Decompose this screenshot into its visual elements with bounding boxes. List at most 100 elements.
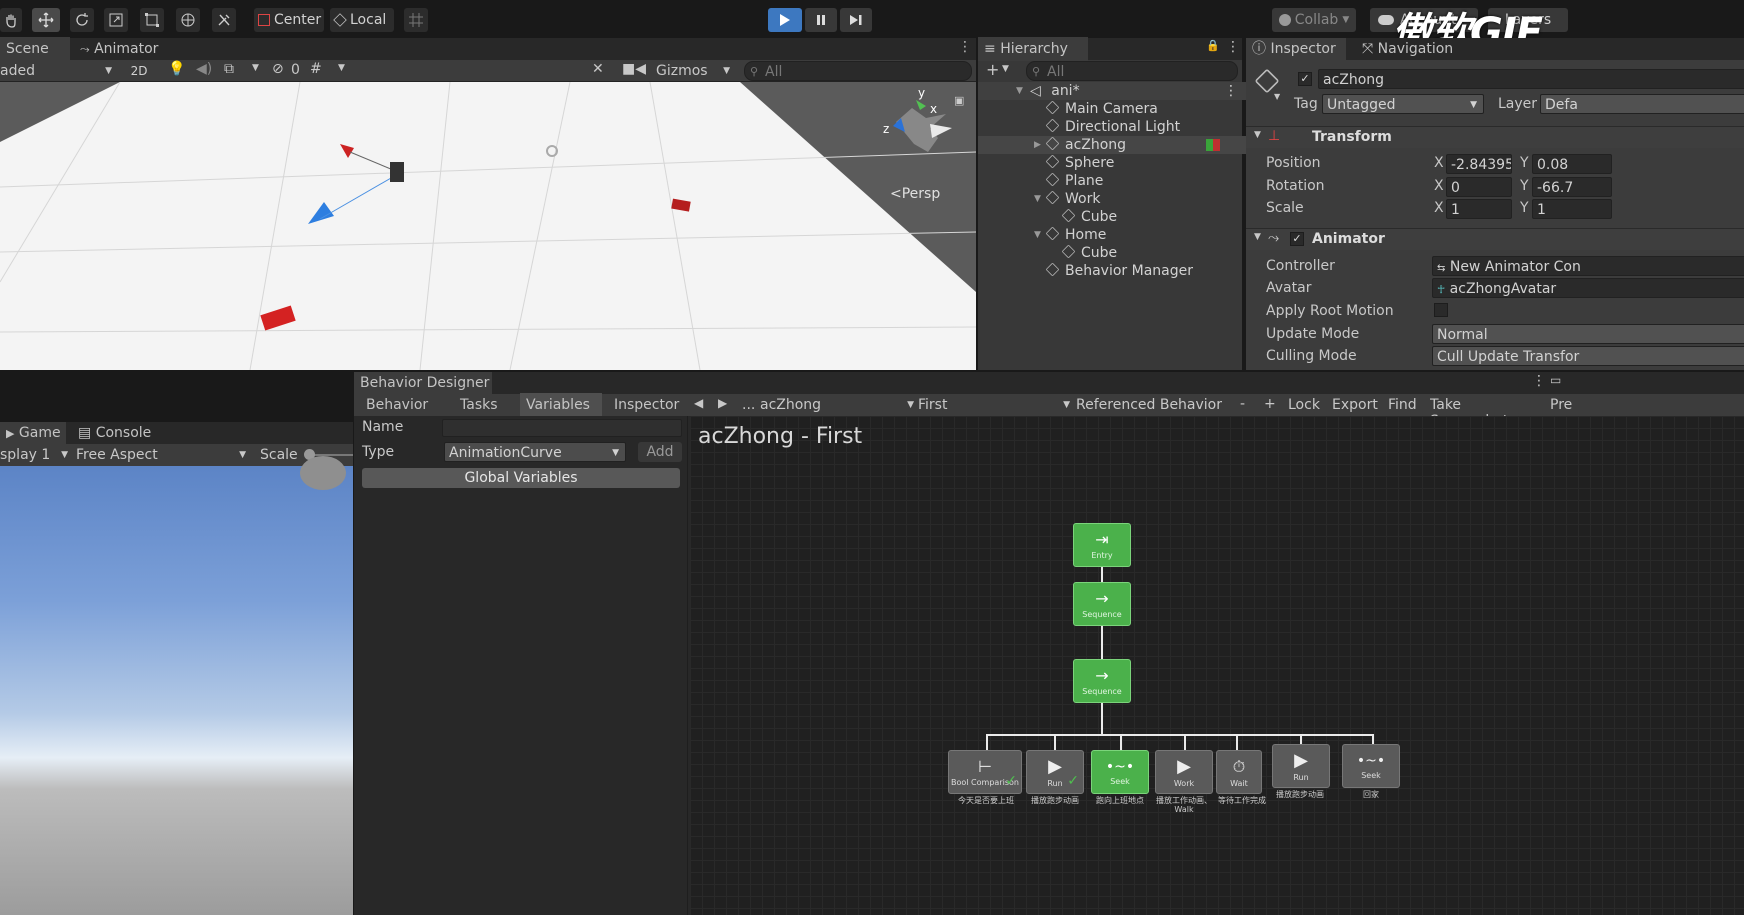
custom-tool-button[interactable] — [212, 8, 236, 32]
pivot-local-toggle[interactable]: Local — [330, 8, 394, 32]
behavior-dropdown[interactable]: First ▼ — [918, 395, 1072, 415]
position-y-field[interactable]: 0.08 — [1532, 154, 1612, 174]
controller-field[interactable]: ⇆ New Animator Con — [1432, 256, 1744, 276]
rotation-y-field[interactable]: -66.7 — [1532, 177, 1612, 197]
hierarchy-item[interactable]: Behavior Manager — [978, 262, 1248, 280]
ellipsis-button[interactable]: ... — [742, 397, 755, 413]
toggle-2d-button[interactable]: 2D — [124, 61, 154, 81]
gizmos-dropdown[interactable]: Gizmos ▼ — [656, 61, 736, 81]
hierarchy-search-input[interactable]: ⚲ All — [1026, 61, 1238, 81]
task-node-seek[interactable]: •~• Seek — [1342, 744, 1400, 788]
scene-view[interactable]: y x z ▣ <Persp — [0, 82, 976, 370]
export-button[interactable]: Export — [1332, 397, 1378, 413]
object-dropdown[interactable]: acZhong ▼ — [760, 395, 916, 415]
animator-header[interactable]: ▼ ⤳ ✓ Animator — [1246, 228, 1744, 250]
play-button[interactable] — [768, 8, 802, 32]
more-options-icon[interactable]: ⋮ — [958, 39, 972, 55]
tab-animator[interactable]: ⤳ Animator — [74, 37, 174, 61]
transform-header[interactable]: ▼ ⊥ Transform — [1246, 126, 1744, 148]
pivot-center-toggle[interactable]: Center — [254, 8, 324, 32]
create-plus-icon[interactable]: + — [986, 60, 999, 79]
remove-behavior-button[interactable]: - — [1240, 396, 1245, 412]
task-node-work[interactable]: ▶ Work — [1155, 750, 1213, 794]
update-mode-dropdown[interactable]: Normal — [1432, 324, 1744, 344]
scale-tool-button[interactable] — [104, 8, 128, 32]
tab-behavior[interactable]: Behavior — [360, 393, 440, 417]
tab-tasks[interactable]: Tasks — [454, 393, 524, 417]
grid-toggle-icon[interactable]: # — [310, 61, 322, 77]
tab-scene[interactable]: Scene — [0, 37, 70, 61]
more-options-icon[interactable]: ⋮ — [1532, 373, 1546, 389]
culling-mode-dropdown[interactable]: Cull Update Transfor — [1432, 346, 1744, 366]
tools-icon[interactable]: ✕ — [592, 61, 604, 77]
back-arrow-icon[interactable]: ◀ — [694, 396, 703, 410]
sequence-node[interactable]: → Sequence — [1073, 582, 1131, 626]
hierarchy-item[interactable]: Cube — [978, 208, 1248, 226]
effects-icon[interactable]: ⧉ — [224, 61, 234, 77]
display-dropdown[interactable]: splay 1 ▼ — [0, 445, 70, 465]
task-node-run[interactable]: ▶ Run — [1272, 744, 1330, 788]
avatar-field[interactable]: ☥ acZhongAvatar — [1432, 278, 1744, 298]
hand-tool-button[interactable] — [0, 8, 22, 32]
position-x-field[interactable]: -2.84395 — [1446, 154, 1512, 174]
rotate-tool-button[interactable] — [70, 8, 94, 32]
scale-slider[interactable] — [304, 449, 353, 460]
tab-navigation[interactable]: ⤧ Navigation — [1356, 38, 1466, 61]
preferences-button[interactable]: Pre — [1550, 397, 1572, 413]
task-node-bool-comparison[interactable]: ⊢ Bool Comparison ✓ — [948, 750, 1022, 794]
aspect-dropdown[interactable]: Free Aspect ▼ — [76, 445, 248, 465]
object-name-field[interactable]: acZhong — [1318, 69, 1744, 89]
find-button[interactable]: Find — [1388, 397, 1417, 413]
lighting-icon[interactable]: 💡 — [168, 61, 185, 77]
hierarchy-item[interactable]: ▼ Work — [978, 190, 1248, 208]
lock-icon[interactable]: ▣ — [954, 94, 964, 107]
tab-bd-inspector[interactable]: Inspector — [608, 393, 688, 417]
task-node-seek-running[interactable]: •~• Seek — [1091, 750, 1149, 794]
layer-dropdown[interactable]: Defa — [1540, 94, 1744, 114]
hierarchy-item[interactable]: Plane — [978, 172, 1248, 190]
maximize-icon[interactable]: ▭ — [1550, 373, 1561, 387]
tab-variables[interactable]: Variables — [520, 393, 602, 417]
pause-button[interactable] — [805, 8, 837, 32]
hierarchy-item[interactable]: Directional Light — [978, 118, 1248, 136]
collab-dropdown[interactable]: Collab ▼ — [1272, 8, 1356, 32]
tab-game[interactable]: ▶ Game — [0, 422, 66, 445]
tab-behavior-designer[interactable]: Behavior Designer — [354, 372, 492, 395]
animator-enabled-checkbox[interactable]: ✓ — [1290, 232, 1304, 246]
tag-dropdown[interactable]: Untagged ▼ — [1322, 94, 1484, 114]
hierarchy-item[interactable]: Sphere — [978, 154, 1248, 172]
audio-icon[interactable]: ◀) — [196, 61, 212, 77]
transform-tool-button[interactable] — [176, 8, 200, 32]
forward-arrow-icon[interactable]: ▶ — [718, 396, 727, 410]
game-view[interactable] — [0, 456, 353, 915]
hierarchy-item-selected[interactable]: ▶ acZhong — [978, 136, 1248, 154]
chevron-down-icon[interactable]: ▼ — [338, 63, 345, 73]
persp-label[interactable]: <Persp — [890, 186, 940, 202]
add-variable-button[interactable]: Add — [638, 442, 682, 462]
lock-icon[interactable]: 🔒 — [1206, 39, 1220, 52]
task-node-run[interactable]: ▶ Run ✓ — [1026, 750, 1084, 794]
apply-root-motion-checkbox[interactable] — [1434, 303, 1448, 317]
tab-hierarchy[interactable]: ≡ Hierarchy — [978, 37, 1088, 61]
scene-root-row[interactable]: ▼ ◁ ani* ⋮ — [978, 82, 1248, 100]
rect-tool-button[interactable] — [140, 8, 164, 32]
step-button[interactable] — [840, 8, 872, 32]
add-behavior-button[interactable]: + — [1264, 396, 1276, 412]
tab-inspector[interactable]: ⓘ Inspector — [1246, 38, 1346, 61]
active-checkbox[interactable]: ✓ — [1298, 72, 1312, 86]
shading-mode-dropdown[interactable]: aded ▼ — [0, 61, 118, 81]
more-options-icon[interactable]: ⋮ — [1226, 39, 1240, 55]
chevron-down-icon[interactable]: ▼ — [1002, 64, 1009, 74]
entry-node[interactable]: ⇥ Entry — [1073, 523, 1131, 567]
hierarchy-item[interactable]: Cube — [978, 244, 1248, 262]
graph-canvas[interactable]: acZhong - First ⇥ Entry → Sequence → Seq… — [690, 416, 1744, 915]
hidden-objects-icon[interactable]: ⊘ — [272, 61, 284, 77]
camera-icon[interactable]: ■◀ — [622, 61, 646, 77]
referenced-behavior-dropdown[interactable]: Referenced Behavior ▼ — [1076, 395, 1232, 432]
grid-snap-button[interactable] — [404, 8, 428, 32]
lock-button[interactable]: Lock — [1288, 397, 1320, 413]
task-node-wait[interactable]: ⏱ Wait — [1216, 750, 1262, 794]
variable-name-input[interactable] — [442, 419, 682, 437]
global-variables-button[interactable]: Global Variables — [362, 468, 680, 488]
hierarchy-item[interactable]: Main Camera — [978, 100, 1248, 118]
